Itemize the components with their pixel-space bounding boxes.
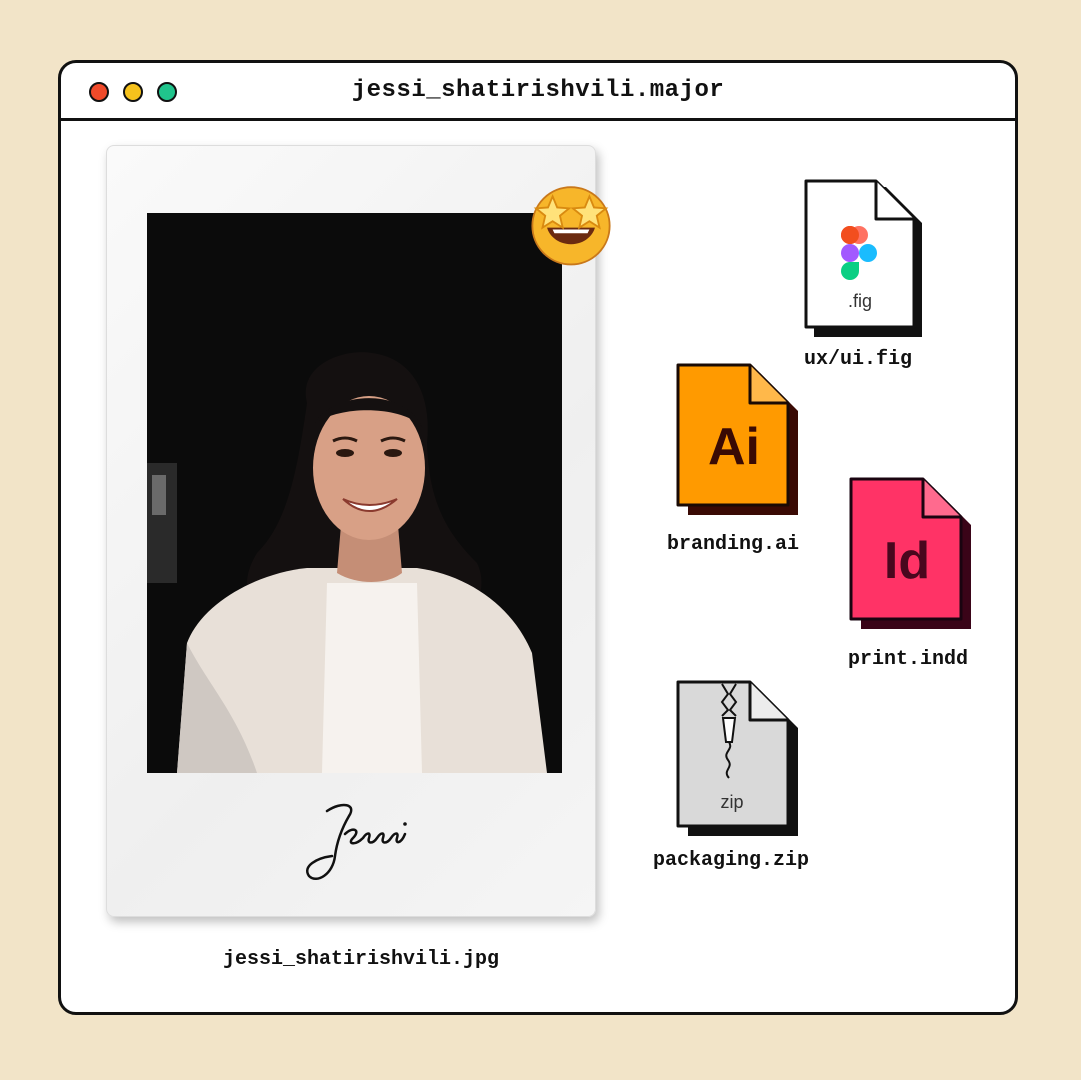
file-print-indd[interactable]: Id — [849, 477, 973, 629]
file-badge: zip — [720, 792, 744, 812]
star-struck-emoji-icon — [531, 186, 611, 266]
file-badge: .fig — [847, 291, 872, 311]
window-title: jessi_shatirishvili.major — [351, 77, 725, 104]
file-packaging-zip[interactable]: zip — [676, 680, 800, 836]
file-badge: Id — [883, 532, 931, 590]
photo-filename: jessi_shatirishvili.jpg — [222, 948, 500, 971]
title-bar: jessi_shatirishvili.major — [61, 63, 1015, 121]
file-label: branding.ai — [666, 533, 800, 556]
app-window: jessi_shatirishvili.major jessi_shatiris… — [58, 60, 1018, 1015]
file-branding-ai[interactable]: Ai — [676, 363, 800, 515]
file-badge: Ai — [708, 418, 760, 476]
file-label: print.indd — [847, 648, 969, 671]
file-label: ux/ui.fig — [803, 348, 913, 371]
file-label: packaging.zip — [652, 849, 810, 872]
figma-file-icon — [804, 179, 922, 337]
handwritten-signature — [306, 803, 407, 881]
file-ux-ui-fig[interactable]: .fig — [804, 179, 924, 337]
portrait-photo — [147, 213, 562, 773]
polaroid-photo-file[interactable] — [106, 145, 611, 917]
